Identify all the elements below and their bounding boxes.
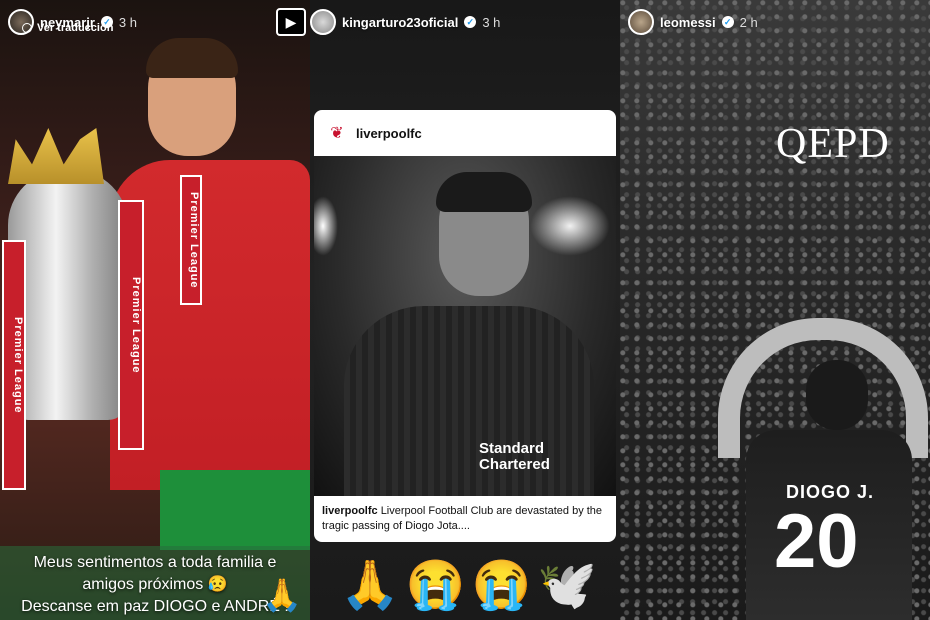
caption-line: Meus sentimentos a toda familia e bbox=[33, 554, 277, 571]
story-header: leomessi ✓ 2 h bbox=[628, 8, 922, 36]
story-panel-kingarturo23oficial[interactable]: kingarturo23oficial ✓ 3 h ❦ liverpoolfc … bbox=[310, 0, 620, 620]
avatar[interactable] bbox=[310, 9, 336, 35]
crying-face-emoji: 😭 bbox=[405, 559, 466, 612]
trophy-image bbox=[8, 170, 128, 420]
shared-post-header[interactable]: ❦ liverpoolfc bbox=[314, 110, 616, 156]
globe-icon bbox=[22, 23, 32, 33]
verified-badge-icon: ✓ bbox=[721, 16, 734, 28]
player-shorts-image bbox=[160, 470, 310, 550]
praying-hands-emoji: 🙏 bbox=[340, 559, 400, 612]
timestamp: 3 h bbox=[482, 14, 501, 30]
username[interactable]: kingarturo23oficial bbox=[342, 15, 458, 30]
stadium-light bbox=[530, 196, 610, 256]
ribbon-premier-league: Premier League bbox=[2, 240, 26, 490]
shared-post-caption: liverpoolfc Liverpool Football Club are … bbox=[314, 496, 616, 542]
player-hair-image bbox=[436, 172, 532, 212]
crying-face-emoji: 😭 bbox=[471, 559, 532, 612]
player-jersey-image bbox=[344, 306, 594, 496]
trophy-crown-image bbox=[8, 128, 104, 184]
timestamp: 2 h bbox=[739, 14, 758, 30]
story-header: kingarturo23oficial ✓ 3 h bbox=[310, 8, 612, 36]
jersey-number: 20 bbox=[774, 499, 859, 584]
avatar[interactable] bbox=[628, 9, 654, 35]
ribbon-premier-league: Premier League bbox=[180, 175, 202, 305]
story-panel-leomessi[interactable]: leomessi ✓ 2 h QEPD DIOGO J. 20 bbox=[620, 0, 930, 620]
ribbon-premier-league: Premier League bbox=[118, 200, 144, 450]
shared-post-username[interactable]: liverpoolfc bbox=[356, 126, 422, 141]
sponsor-line: Standard bbox=[479, 440, 545, 457]
story-panel-neymarjr[interactable]: Premier League Premier League Premier Le… bbox=[0, 0, 310, 620]
play-icon[interactable]: ▶ bbox=[276, 8, 306, 36]
translation-label: Ver traducción bbox=[37, 22, 114, 34]
sponsor-line: Chartered bbox=[479, 456, 550, 473]
jersey-sponsor: Standard Chartered bbox=[479, 441, 550, 473]
dove-emoji: 🕊️ bbox=[537, 559, 598, 612]
shared-post-image[interactable]: Standard Chartered bbox=[314, 156, 616, 496]
praying-hands-emoji: 🙏 bbox=[262, 577, 302, 613]
emoji-row: 🙏 😭 😭 🕊️ bbox=[340, 556, 597, 613]
overlay-text: QEPD bbox=[776, 121, 890, 167]
player-hair-image bbox=[146, 38, 238, 78]
username[interactable]: leomessi bbox=[660, 15, 716, 30]
liverpool-crest-icon: ❦ bbox=[330, 125, 344, 142]
stadium-light bbox=[314, 196, 338, 256]
verified-badge-icon: ✓ bbox=[464, 16, 477, 28]
caption-username: liverpoolfc bbox=[322, 505, 378, 517]
player-head-image bbox=[806, 360, 868, 430]
translation-link[interactable]: Ver traducción bbox=[22, 22, 113, 34]
timestamp: 3 h bbox=[118, 14, 137, 30]
